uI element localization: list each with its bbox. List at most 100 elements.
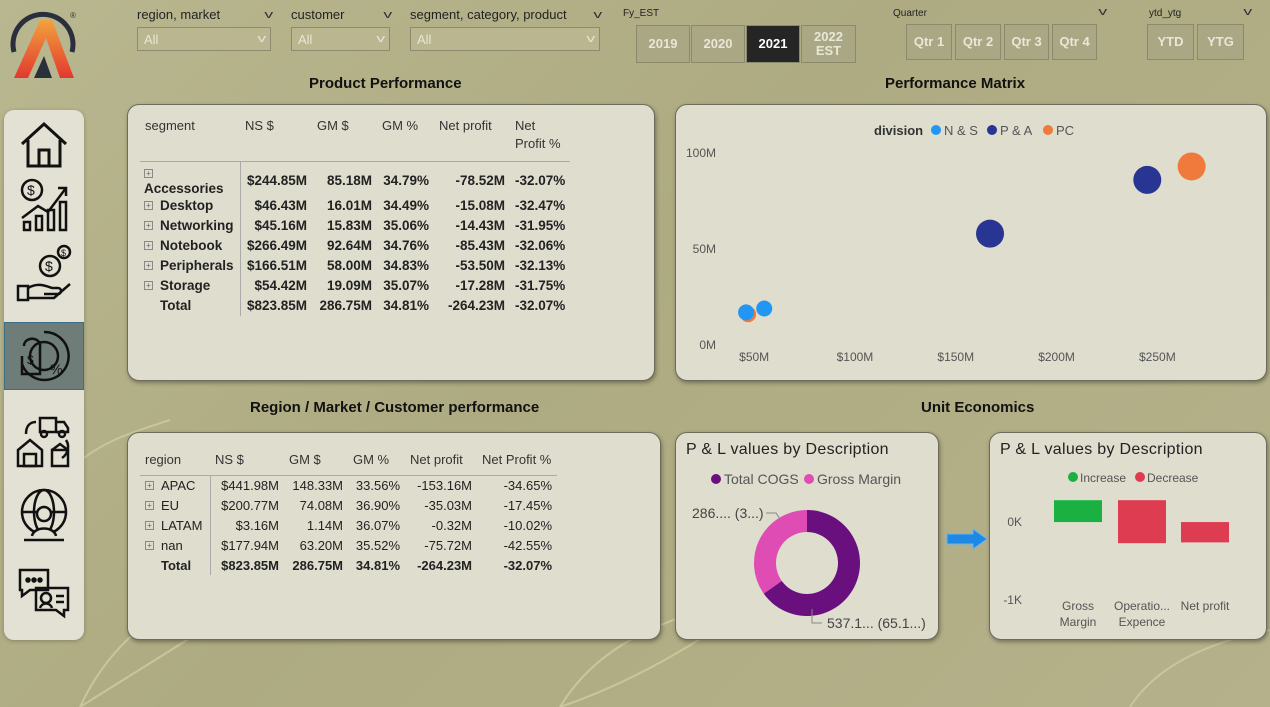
fy-2020-button[interactable]: 2020 — [691, 25, 745, 63]
table-total-row: Total $823.85M 286.75M 34.81% -264.23M -32.07… — [140, 555, 557, 575]
scatter-point[interactable] — [976, 219, 1005, 248]
legend-marker[interactable] — [711, 474, 721, 484]
cell-ns: $266.49M — [239, 235, 312, 256]
fy-2021-button[interactable]: 2021 — [746, 25, 800, 63]
table-row[interactable]: + Peripherals $166.51M 58.00M 34.83% -53.50M -… — [140, 255, 570, 276]
fy-2019-button[interactable]: 2019 — [636, 25, 690, 63]
nav-global-customer[interactable] — [4, 480, 84, 548]
legend-marker[interactable] — [1043, 125, 1053, 135]
nav-profit-analysis[interactable]: $ % — [4, 322, 84, 390]
segment-dropdown[interactable]: All v — [410, 27, 600, 51]
expand-icon[interactable]: + — [145, 480, 154, 490]
x-tick-label: Margin — [1060, 615, 1097, 629]
legend-label[interactable]: P & A — [1000, 123, 1033, 138]
product-performance-title: Product Performance — [309, 75, 462, 92]
qtr-1-button[interactable]: Qtr 1 — [906, 24, 952, 60]
expand-icon[interactable]: + — [144, 221, 153, 230]
col-npp[interactable]: Net Profit % — [510, 117, 570, 161]
col-ns[interactable]: NS $ — [210, 445, 284, 475]
col-segment[interactable]: segment — [140, 117, 240, 161]
waterfall-bar[interactable] — [1181, 522, 1229, 543]
table-row[interactable]: + nan $177.94M 63.20M 35.52% -75.72M -42.55% — [140, 535, 557, 555]
col-gm[interactable]: GM $ — [284, 445, 348, 475]
table-row[interactable]: + Networking $45.16M 15.83M 35.06% -14.43M -31… — [140, 215, 570, 236]
legend-label[interactable]: Decrease — [1147, 471, 1199, 485]
legend-label[interactable]: Increase — [1080, 471, 1126, 485]
nav-finance-growth[interactable]: $ — [4, 170, 84, 238]
nav-chat-support[interactable] — [4, 558, 84, 626]
expand-icon[interactable]: + — [144, 241, 153, 250]
chevron-down-icon[interactable]: v — [383, 9, 392, 21]
col-npp[interactable]: Net Profit % — [477, 445, 557, 475]
nav-money-hand[interactable]: $ $ — [4, 238, 84, 306]
legend-label[interactable]: Gross Margin — [817, 471, 901, 487]
legend-marker[interactable] — [931, 125, 941, 135]
chevron-down-icon[interactable]: v — [1098, 6, 1107, 18]
waterfall-bar[interactable] — [1054, 500, 1102, 523]
fy-slicer-label: Fy_EST — [623, 8, 660, 19]
col-gm[interactable]: GM $ — [312, 117, 377, 161]
donut-slice[interactable] — [754, 510, 807, 594]
table-row[interactable]: + EU $200.77M 74.08M 36.90% -35.03M -17.45% — [140, 495, 557, 515]
col-gmp[interactable]: GM % — [348, 445, 405, 475]
ytg-button[interactable]: YTG — [1197, 24, 1244, 60]
qtr-2-button[interactable]: Qtr 2 — [955, 24, 1001, 60]
scatter-point[interactable] — [1177, 152, 1206, 181]
nav-home[interactable] — [4, 110, 84, 178]
col-ns[interactable]: NS $ — [240, 117, 312, 161]
chevron-down-icon[interactable]: v — [593, 9, 602, 21]
quarter-slicer-label: Quarter — [893, 8, 927, 19]
table-row[interactable]: + Accessories $244.85M 85.18M 34.79% -78.52M -… — [140, 161, 570, 196]
legend-marker[interactable] — [987, 125, 997, 135]
nav-supply-chain[interactable] — [4, 406, 84, 474]
expand-icon[interactable]: + — [144, 281, 153, 290]
x-tick-label: Gross — [1062, 599, 1094, 613]
chevron-down-icon[interactable]: v — [264, 9, 273, 21]
table-row[interactable]: + Desktop $46.43M 16.01M 34.49% -15.08M -32.47… — [140, 195, 570, 216]
expand-icon[interactable]: + — [145, 540, 154, 550]
table-row[interactable]: + Notebook $266.49M 92.64M 34.76% -85.43M -32.… — [140, 235, 570, 256]
region-dropdown[interactable]: All v — [137, 27, 271, 51]
chevron-down-icon[interactable]: v — [1243, 6, 1252, 18]
ytd-button[interactable]: YTD — [1147, 24, 1194, 60]
qtr-4-button[interactable]: Qtr 4 — [1052, 24, 1097, 60]
cell-ns: $166.51M — [239, 255, 312, 276]
fy-2022-est-button[interactable]: 2022 EST — [801, 25, 856, 63]
cell-npp: -32.13% — [515, 258, 566, 273]
legend-label[interactable]: N & S — [944, 123, 978, 138]
col-np[interactable]: Net profit — [434, 117, 510, 161]
expand-icon[interactable]: + — [145, 520, 154, 530]
scatter-point[interactable] — [756, 300, 773, 317]
col-region[interactable]: region — [140, 445, 210, 475]
table-row[interactable]: + Storage $54.42M 19.09M 35.07% -17.28M -31.75… — [140, 275, 570, 296]
col-np[interactable]: Net profit — [405, 445, 477, 475]
cell-ns: $46.43M — [239, 195, 312, 216]
customer-dropdown[interactable]: All v — [291, 27, 390, 51]
expand-icon[interactable]: + — [144, 261, 153, 270]
row-name-cell: + Networking — [140, 216, 240, 236]
legend-label[interactable]: Total COGS — [724, 471, 799, 487]
cell-gmp: 33.56% — [355, 477, 400, 493]
qtr-3-button[interactable]: Qtr 3 — [1004, 24, 1049, 60]
legend-marker[interactable] — [1068, 472, 1078, 482]
legend-label[interactable]: PC — [1056, 123, 1074, 138]
x-tick-label: Expence — [1119, 615, 1166, 629]
legend-marker[interactable] — [804, 474, 814, 484]
cell-ns: $3.16M — [209, 515, 284, 535]
svg-text:%: % — [50, 361, 62, 377]
cell-np: -15.08M — [455, 198, 505, 213]
col-gmp[interactable]: GM % — [377, 117, 434, 161]
expand-icon[interactable]: + — [145, 500, 154, 510]
total-name-cell: Total — [140, 555, 210, 575]
expand-icon[interactable]: + — [144, 201, 153, 210]
table-row[interactable]: + LATAM $3.16M 1.14M 36.07% -0.32M -10.02% — [140, 515, 557, 535]
waterfall-bar[interactable] — [1118, 500, 1166, 544]
scatter-point[interactable] — [1133, 165, 1162, 194]
table-row[interactable]: + APAC $441.98M 148.33M 33.56% -153.16M -34.65… — [140, 475, 557, 495]
pl-donut-chart: Total COGS Gross Margin 286.... (3...) 537.… — [692, 471, 926, 631]
segment-dropdown-value: All — [417, 31, 432, 47]
scatter-point[interactable] — [738, 304, 755, 321]
expand-icon[interactable]: + — [144, 168, 153, 178]
legend-marker[interactable] — [1135, 472, 1145, 482]
